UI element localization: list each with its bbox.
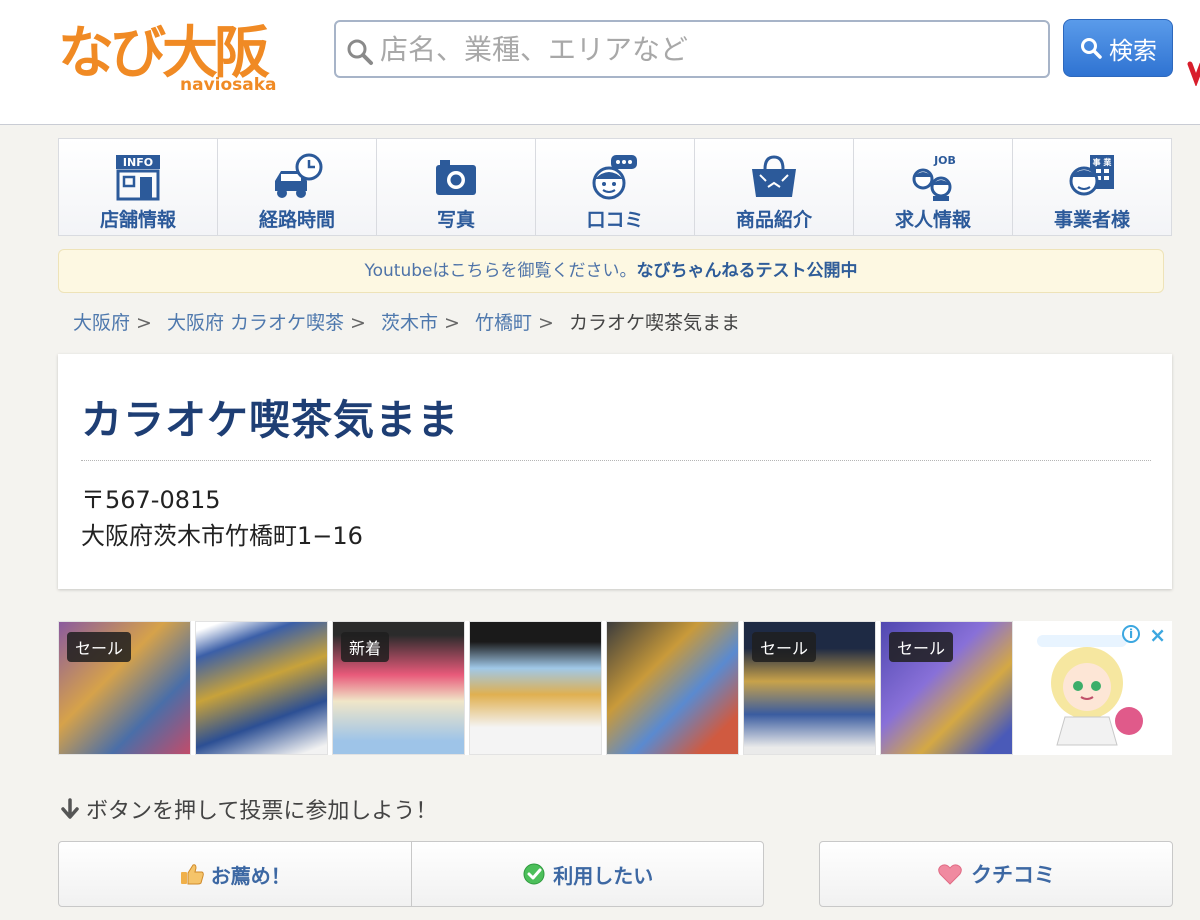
ad-banner: セール 新着 セール セール i × [58, 621, 1172, 755]
notice-text: Youtubeはこちらを御覧ください。 [364, 261, 637, 281]
vote-button-group: お薦め！ 利用したい [58, 841, 764, 907]
nav-label: 事業者様 [1053, 209, 1130, 231]
breadcrumb-separator: > [350, 312, 366, 334]
breadcrumb-current: カラオケ喫茶気まま [568, 312, 740, 334]
breadcrumb-link[interactable]: 竹橋町 [475, 312, 532, 334]
shop-address: 大阪府茨木市竹橋町1−16 [81, 522, 363, 550]
ad-item[interactable]: セール [58, 621, 191, 755]
nav-item-products[interactable]: 商品紹介 [695, 139, 854, 235]
svg-text:INFO: INFO [123, 156, 153, 169]
youtube-notice: Youtubeはこちらを御覧ください。なびちゃんねるテスト公開中 [58, 249, 1164, 293]
shop-info-card: カラオケ喫茶気まま 〒567-0815 大阪府茨木市竹橋町1−16 [58, 354, 1172, 589]
svg-text:naviosaka: naviosaka [180, 75, 277, 95]
recommend-button[interactable]: お薦め！ [59, 842, 411, 906]
search-button-label: 検索 [1109, 36, 1157, 65]
car-clock-icon [275, 153, 323, 198]
postal-code: 〒567-0815 [81, 486, 221, 514]
search-button[interactable]: 検索 [1063, 19, 1173, 77]
check-circle-icon [523, 863, 545, 885]
review-button[interactable]: クチコミ [819, 841, 1173, 907]
search-box[interactable] [334, 20, 1050, 78]
shopping-bag-icon [752, 155, 796, 197]
arrow-down-icon [61, 798, 79, 819]
want-to-use-label: 利用したい [553, 863, 654, 888]
ad-item[interactable]: 新着 [332, 621, 465, 755]
ad-info-icon[interactable]: i [1122, 625, 1140, 643]
vote-prompt: ボタンを押して投票に参加しよう！ [60, 793, 437, 825]
nav-label: 口コミ [586, 209, 644, 231]
ad-item[interactable] [195, 621, 328, 755]
nav-item-reviews[interactable]: 口コミ [536, 139, 695, 235]
mascot-illustration [1037, 635, 1143, 746]
ad-badge: 新着 [341, 632, 390, 662]
svg-text:JOB: JOB [933, 154, 956, 167]
ad-badge: セール [67, 632, 132, 662]
ad-item[interactable] [469, 621, 602, 755]
nav-item-route-time[interactable]: 経路時間 [218, 139, 377, 235]
nav-label: 写真 [436, 209, 475, 231]
camera-icon [436, 160, 476, 195]
search-input[interactable] [380, 28, 1030, 70]
breadcrumb-separator: > [444, 312, 460, 334]
breadcrumb-separator: > [538, 312, 554, 334]
ad-item[interactable]: セール [743, 621, 876, 755]
thumbs-up-icon [180, 864, 204, 885]
nav-item-jobs[interactable]: JOB 求人情報 [854, 139, 1013, 235]
site-header: なび大阪 naviosaka 検索 [0, 0, 1200, 125]
breadcrumb: 大阪府 > 大阪府 カラオケ喫茶 > 茨木市 > 竹橋町 > カラオケ喫茶気まま [73, 310, 740, 336]
breadcrumb-link[interactable]: 大阪府 カラオケ喫茶 [167, 312, 344, 334]
nav-item-business[interactable]: 事 業 事業者様 [1013, 139, 1171, 235]
nav-item-shop-info[interactable]: INFO 店舗情報 [59, 139, 218, 235]
naviosaka-logo[interactable]: なび大阪 naviosaka [58, 14, 288, 96]
nav-label: 経路時間 [258, 209, 335, 231]
ad-badge: セール [889, 632, 954, 662]
ad-close-icon[interactable]: × [1149, 623, 1166, 647]
info-building-icon: INFO [116, 155, 160, 201]
nav-label: 店舗情報 [99, 209, 176, 231]
nav-label: 求人情報 [894, 209, 971, 231]
want-to-use-button[interactable]: 利用したい [410, 842, 764, 906]
review-label: クチコミ [971, 863, 1055, 887]
recommend-label: お薦め！ [210, 863, 291, 888]
ad-item[interactable]: セール [880, 621, 1013, 755]
heart-icon [938, 864, 962, 885]
ad-item[interactable]: i × [1017, 621, 1172, 755]
search-icon [347, 39, 373, 65]
breadcrumb-separator: > [136, 312, 152, 334]
svg-text:事 業: 事 業 [1093, 157, 1113, 167]
vote-prompt-text: ボタンを押して投票に参加しよう！ [86, 799, 438, 824]
search-icon [1081, 38, 1102, 59]
breadcrumb-link[interactable]: 茨木市 [381, 312, 438, 334]
divider [81, 460, 1151, 461]
ad-item[interactable] [606, 621, 739, 755]
shop-nav: INFO 店舗情報 経路時間 写真 口コミ 商品紹介 JOB 求人情報 事 業 … [58, 138, 1172, 236]
breadcrumb-link[interactable]: 大阪府 [73, 312, 130, 334]
shop-title: カラオケ喫茶気まま [81, 396, 459, 444]
job-people-icon: JOB [912, 154, 956, 201]
nav-label: 商品紹介 [735, 209, 812, 231]
ad-badge: セール [752, 632, 817, 662]
business-person-icon: 事 業 [1069, 155, 1114, 196]
notice-link[interactable]: なびちゃんねるテスト公開中 [637, 261, 858, 281]
red-mark-icon [1187, 61, 1200, 86]
speech-face-icon [592, 155, 637, 200]
nav-item-photos[interactable]: 写真 [377, 139, 536, 235]
